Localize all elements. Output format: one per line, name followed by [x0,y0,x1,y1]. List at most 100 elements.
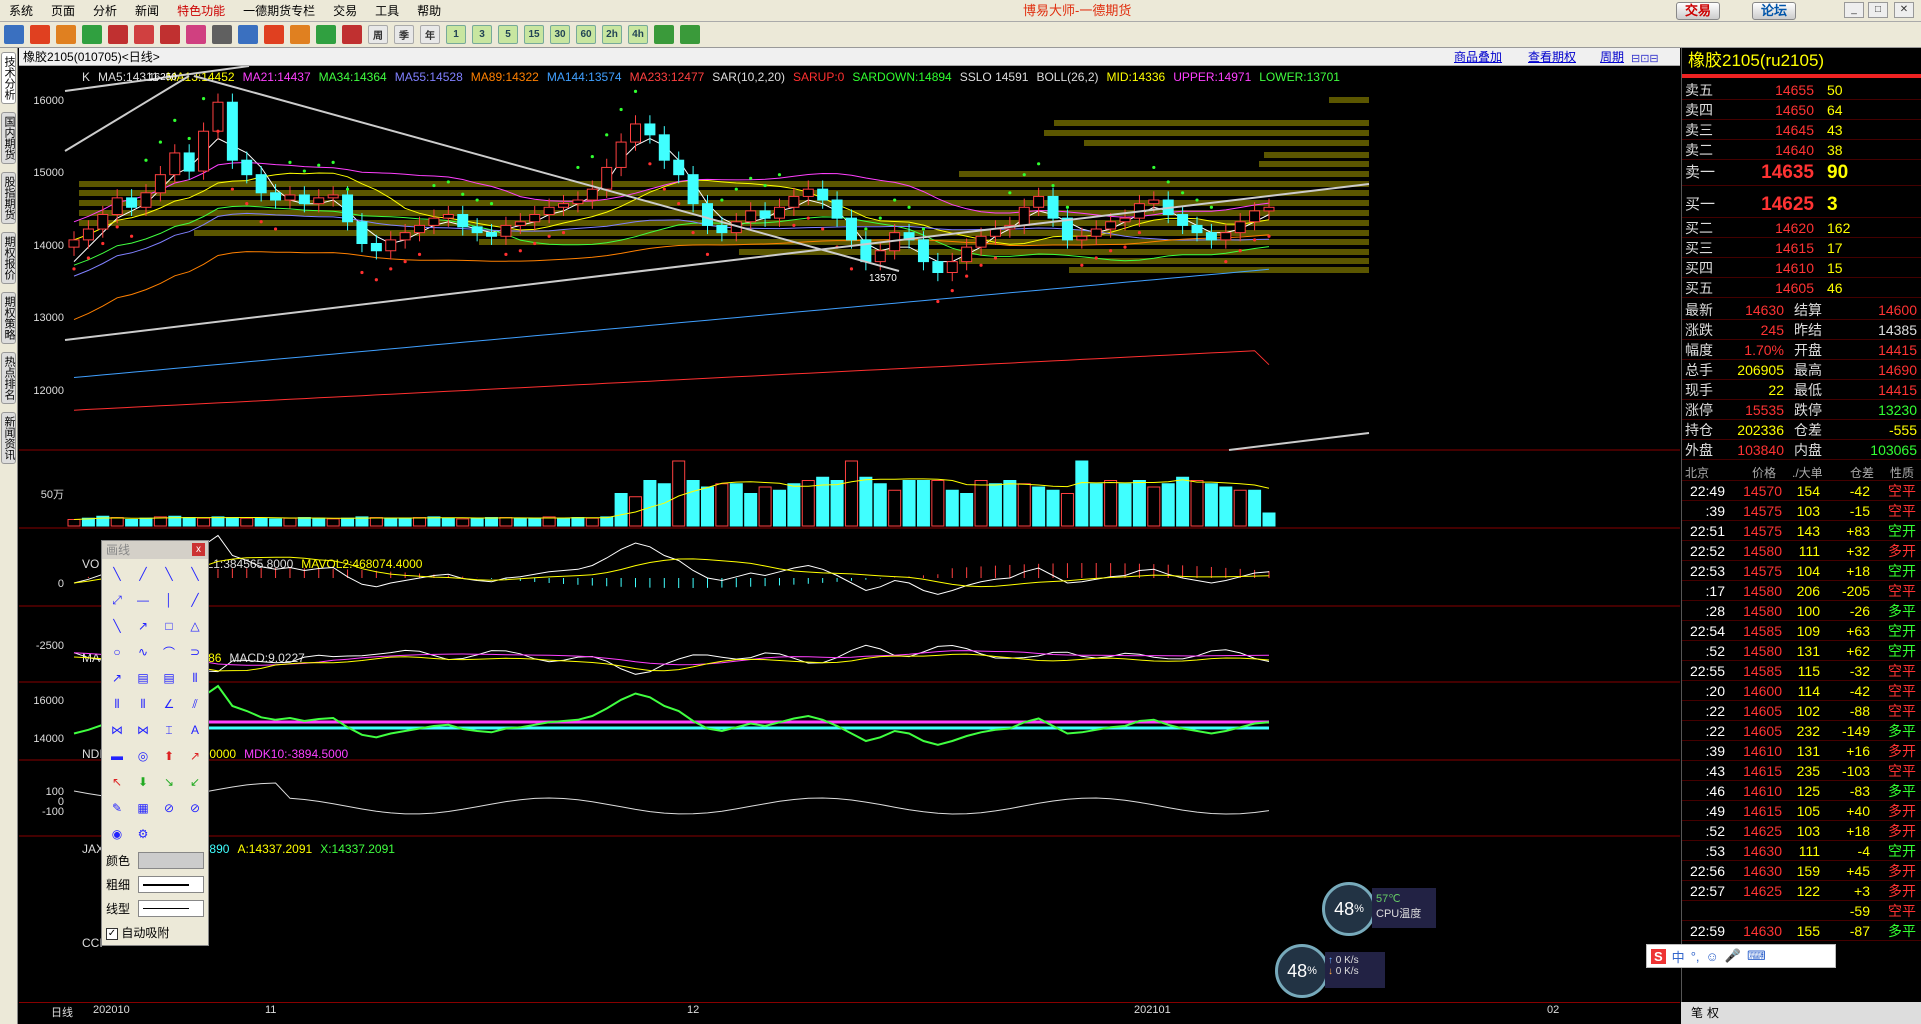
link-view-options[interactable]: 查看期权 [1528,48,1576,66]
line-icon[interactable] [290,25,310,44]
color-picker[interactable] [138,852,204,869]
cart-icon[interactable] [186,25,206,44]
bar-icon[interactable] [264,25,284,44]
pen-icon[interactable] [212,25,232,44]
smile-icon[interactable]: ☺ [1706,949,1719,964]
wave-icon[interactable]: ∿ [130,639,156,665]
line-style-select[interactable] [138,900,204,917]
close-button[interactable]: ✕ [1894,2,1914,18]
left-tab[interactable]: 股指期货 [1,172,16,224]
ime-punct[interactable]: °, [1691,949,1700,964]
link-commodity-overlay[interactable]: 商品叠加 [1454,48,1502,66]
arrow-icon[interactable]: ↗ [130,613,156,639]
diagonal-line-icon[interactable]: ╱ [182,587,208,613]
minimize-button[interactable]: _ [1844,2,1864,18]
menu-item[interactable]: 新闻 [126,0,168,22]
gann-fan-icon[interactable]: ⦀ [130,691,156,717]
vertical-line-icon[interactable]: │ [156,587,182,613]
calendar-icon[interactable] [342,25,362,44]
menu-item[interactable]: 页面 [42,0,84,22]
keyboard-icon[interactable]: ⌨ [1747,948,1766,964]
period-button[interactable]: 3 [472,25,492,44]
eraser-icon[interactable]: ✎ [104,795,130,821]
speed-line-icon[interactable]: ⫽ [182,691,208,717]
gann-grid-icon[interactable]: ⦀ [182,665,208,691]
cycle-icon[interactable]: ⋈ [104,717,130,743]
menu-item[interactable]: 一德期货专栏 [234,0,324,22]
arc-icon[interactable]: ⌒ [156,639,182,665]
period-button[interactable]: 15 [524,25,544,44]
period-button[interactable]: 周 [368,25,388,44]
zoom-icon[interactable] [134,25,154,44]
menu-item[interactable]: 特色功能 [168,0,234,22]
ime-toolbar[interactable]: S 中 °, ☺ 🎤 ⌨ [1646,944,1836,968]
blank-icon[interactable] [182,821,208,847]
up-arrow-icon[interactable]: ⬆ [156,743,182,769]
text-icon[interactable]: A [182,717,208,743]
chart-icon[interactable] [82,25,102,44]
period-button[interactable]: 年 [420,25,440,44]
left-tab[interactable]: 国内期货 [1,112,16,164]
target-icon[interactable]: ◎ [130,743,156,769]
gann-box-icon[interactable]: ⦀ [104,691,130,717]
calc-icon[interactable] [654,25,674,44]
hide-icon[interactable]: ⊘ [156,795,182,821]
filter-icon[interactable] [160,25,180,44]
fib-ext-icon[interactable]: ▤ [156,665,182,691]
time-cycle-icon[interactable]: ⋈ [130,717,156,743]
collapse-icon[interactable] [156,821,182,847]
close-icon[interactable]: x [192,543,205,556]
triangle-icon[interactable]: △ [182,613,208,639]
left-tab[interactable]: 新闻资讯 [1,412,16,464]
down-right-arrow-icon[interactable]: ↘ [156,769,182,795]
line-tool-icon[interactable]: ╲ [156,561,182,587]
bracket-icon[interactable]: ⊃ [182,639,208,665]
book-icon[interactable] [56,25,76,44]
fib-fan-icon[interactable]: ↗ [104,665,130,691]
tab-rights[interactable]: 权 [1707,1002,1719,1024]
link-period[interactable]: 周期 [1600,48,1624,66]
period-button[interactable]: 30 [550,25,570,44]
menu-item[interactable]: 系统 [0,0,42,22]
arrow-line-icon[interactable]: ⤢ [104,587,130,613]
ime-mode[interactable]: 中 [1672,947,1685,966]
line-width-select[interactable] [138,876,204,893]
settings-icon[interactable] [680,25,700,44]
menu-item[interactable]: 交易 [324,0,366,22]
price-chart-svg[interactable]: 16250 13570 [19,66,1680,1002]
drawing-panel-header[interactable]: 画线 x [102,541,208,559]
menu-item[interactable]: 帮助 [408,0,450,22]
period-button[interactable]: 5 [498,25,518,44]
ray-tool-icon[interactable]: ╱ [130,561,156,587]
up-left-arrow-icon[interactable]: ↖ [104,769,130,795]
search-icon[interactable] [108,25,128,44]
price-tag-icon[interactable]: ▬ [104,743,130,769]
angle-line-icon[interactable]: ╲ [104,613,130,639]
eye-icon[interactable]: ◉ [104,821,130,847]
f10-icon[interactable] [316,25,336,44]
home-icon[interactable] [30,25,50,44]
template-icon[interactable]: ▦ [130,795,156,821]
menu-item[interactable]: 工具 [366,0,408,22]
trade-button[interactable]: 交易 [1676,2,1721,20]
forum-button[interactable]: 论坛 [1752,2,1797,20]
channel-tool-icon[interactable]: ╲ [182,561,208,587]
rectangle-icon[interactable]: □ [156,613,182,639]
mic-icon[interactable]: 🎤 [1725,948,1741,964]
menu-item[interactable]: 分析 [84,0,126,22]
fib-retrace-icon[interactable]: ▤ [130,665,156,691]
gear-icon[interactable]: ⚙ [130,821,156,847]
period-button[interactable]: 4h [628,25,648,44]
maximize-button[interactable]: □ [1868,2,1888,18]
period-button[interactable]: 1 [446,25,466,44]
lock-icon[interactable]: ⊘ [182,795,208,821]
period-button[interactable]: 60 [576,25,596,44]
period-button[interactable]: 2h [602,25,622,44]
down-arrow-icon[interactable]: ⬇ [130,769,156,795]
ellipse-icon[interactable]: ○ [104,639,130,665]
hand-icon[interactable] [238,25,258,44]
angle-icon[interactable]: ∠ [156,691,182,717]
back-icon[interactable] [4,25,24,44]
period-button[interactable]: 季 [394,25,414,44]
auto-snap-checkbox[interactable]: ✓ [106,927,118,940]
